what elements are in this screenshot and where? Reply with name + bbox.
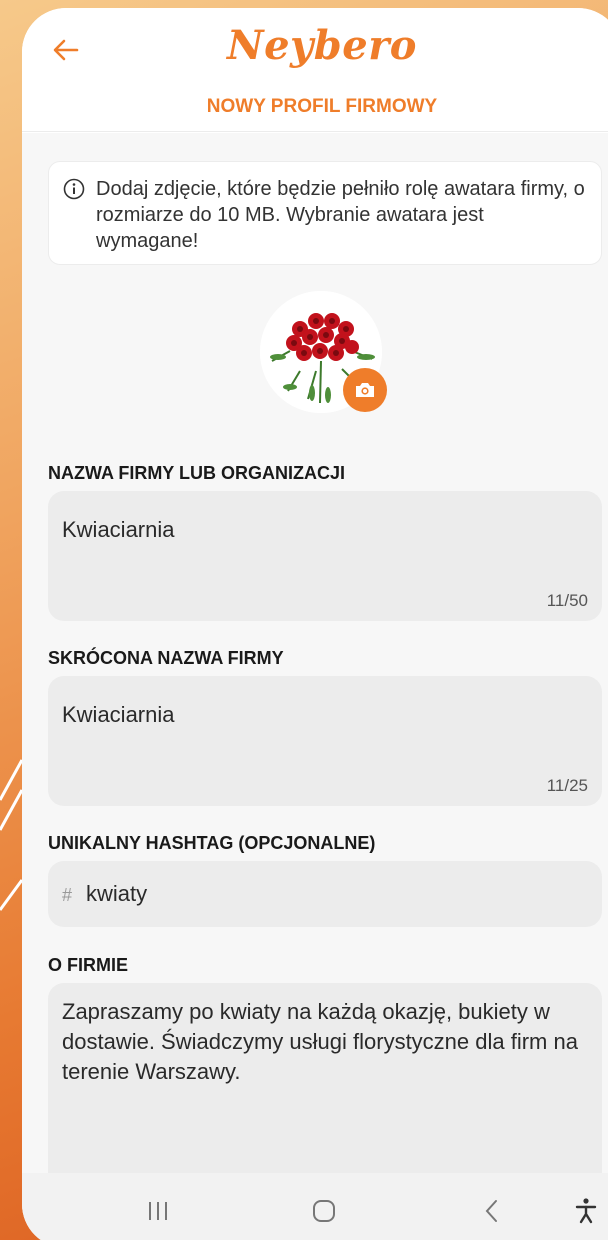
app-header: Neybero NOWY PROFIL FIRMOWY xyxy=(22,8,608,132)
accessibility-icon xyxy=(575,1198,597,1224)
accessibility-button[interactable] xyxy=(566,1191,606,1231)
info-circle-icon xyxy=(63,178,85,200)
home-icon xyxy=(313,1200,335,1222)
short-name-field[interactable]: Kwiaciarnia 11/25 xyxy=(48,676,602,806)
info-text: Dodaj zdjęcie, które będzie pełniło rolę… xyxy=(96,178,585,252)
camera-icon xyxy=(356,383,374,397)
form-content[interactable]: Dodaj zdjęcie, które będzie pełniło rolę… xyxy=(22,133,608,1183)
system-back-button[interactable] xyxy=(472,1191,512,1231)
hash-icon: # xyxy=(62,885,73,905)
recents-button[interactable] xyxy=(138,1191,178,1231)
about-field[interactable]: Zapraszamy po kwiaty na każdą okazję, bu… xyxy=(48,983,602,1183)
company-name-label: NAZWA FIRMY LUB ORGANIZACJI xyxy=(48,463,345,483)
hashtag-value[interactable]: kwiaty xyxy=(86,881,147,907)
company-name-value[interactable]: Kwiaciarnia xyxy=(62,517,175,543)
company-name-counter: 11/50 xyxy=(546,591,588,610)
home-button[interactable] xyxy=(304,1191,344,1231)
app-logo: Neybero xyxy=(227,22,417,69)
hashtag-field[interactable]: # kwiaty xyxy=(48,861,602,927)
system-navbar xyxy=(22,1173,608,1240)
short-name-value[interactable]: Kwiaciarnia xyxy=(62,702,175,728)
info-notice: Dodaj zdjęcie, które będzie pełniło rolę… xyxy=(48,161,602,265)
page-title: NOWY PROFIL FIRMOWY xyxy=(206,96,438,117)
change-avatar-button[interactable] xyxy=(343,368,387,412)
app-screen: Neybero NOWY PROFIL FIRMOWY Dodaj zdjęci… xyxy=(22,8,608,1240)
short-name-label: SKRÓCONA NAZWA FIRMY xyxy=(48,648,284,668)
avatar-picker[interactable] xyxy=(260,291,387,417)
company-name-field[interactable]: Kwiaciarnia 11/50 xyxy=(48,491,602,621)
hashtag-label: UNIKALNY HASHTAG (OPCJONALNE) xyxy=(48,833,376,853)
recents-icon xyxy=(149,1202,167,1220)
short-name-counter: 11/25 xyxy=(546,776,588,795)
about-value[interactable]: Zapraszamy po kwiaty na każdą okazję, bu… xyxy=(62,997,582,1087)
back-chevron-icon xyxy=(485,1200,497,1222)
about-label: O FIRMIE xyxy=(48,955,128,975)
